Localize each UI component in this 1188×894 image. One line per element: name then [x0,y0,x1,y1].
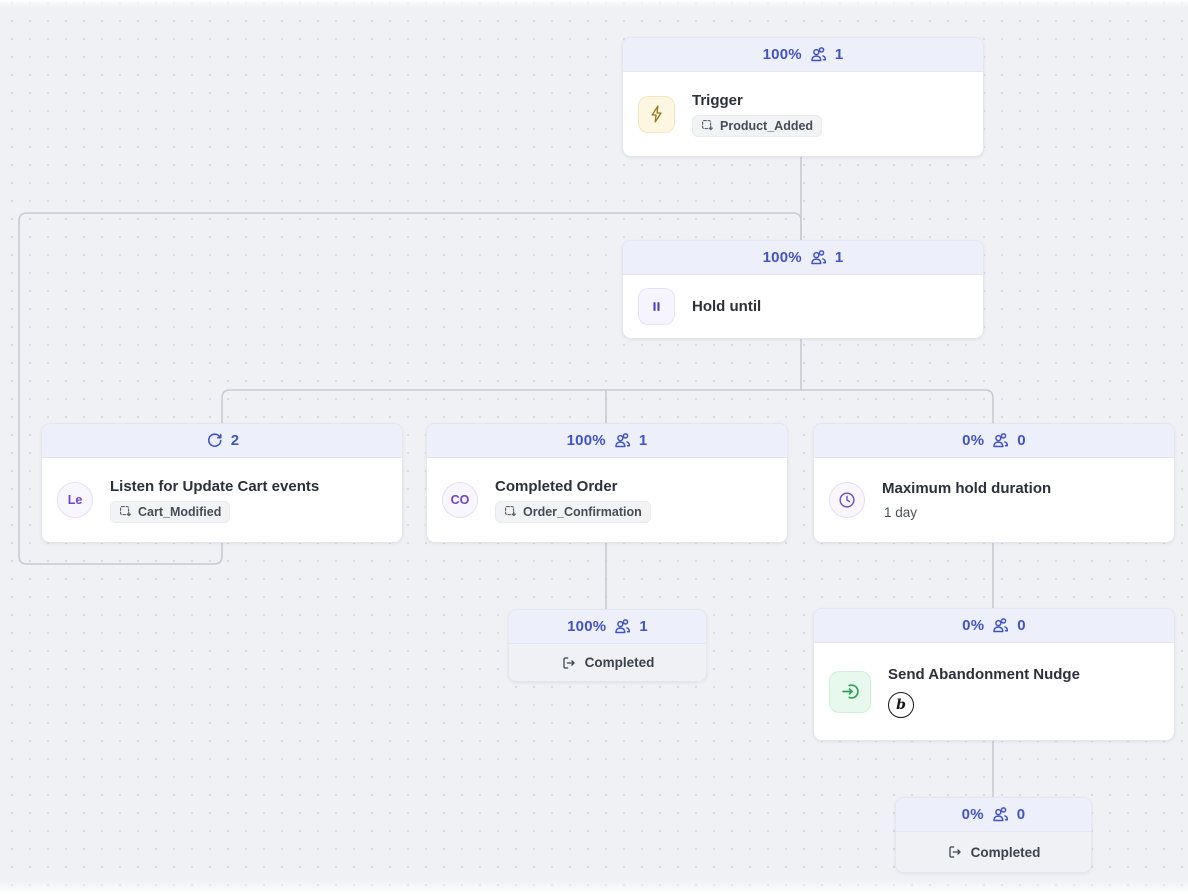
node-trigger[interactable]: 100% 1 Trigger Product_Added [622,37,984,157]
percent-value: 0% [962,432,984,449]
event-badge[interactable]: Order_Confirmation [495,501,651,523]
node-title: Trigger [692,92,822,109]
node-send-abandonment-nudge[interactable]: 0% 0 Send Abandonment Nudge b [813,608,1175,741]
users-icon [613,431,632,450]
loop-count: 2 [231,432,240,449]
braze-channel-icon: b [888,692,914,718]
journey-canvas[interactable]: 100% 1 Trigger Product_Added 100% 1 [0,0,1188,894]
event-icon [504,505,517,518]
node-title: Send Abandonment Nudge [888,666,1080,683]
send-action-icon [829,671,871,713]
node-listen-cart-events[interactable]: 2 Le Listen for Update Cart events Cart_… [41,423,403,543]
users-icon [991,431,1010,450]
exit-stats: 100% 1 [509,610,706,644]
channel-initial: b [896,697,906,713]
node-max-hold-duration[interactable]: 0% 0 Maximum hold duration 1 day [813,423,1175,543]
node-order-stats: 100% 1 [427,424,787,458]
percent-value: 100% [567,432,606,449]
node-avatar: Le [57,482,93,518]
percent-value: 0% [962,806,984,823]
event-badge[interactable]: Product_Added [692,115,822,137]
node-hold-until[interactable]: 100% 1 Hold until [622,240,984,339]
users-icon [991,616,1010,635]
event-icon [119,505,132,518]
count-value: 1 [639,618,648,635]
node-title: Listen for Update Cart events [110,478,319,495]
percent-value: 100% [763,46,802,63]
percent-value: 100% [763,249,802,266]
node-trigger-stats: 100% 1 [623,38,983,72]
node-nudge-stats: 0% 0 [814,609,1174,643]
pause-icon [638,288,675,325]
exit-stats: 0% 0 [896,798,1091,832]
trigger-bolt-icon [638,96,675,133]
event-badge[interactable]: Cart_Modified [110,501,230,523]
percent-value: 100% [567,618,606,635]
node-listen-stats: 2 [42,424,402,458]
users-icon [991,805,1010,824]
node-exit-completed-order[interactable]: 100% 1 Completed [508,609,707,682]
percent-value: 0% [962,617,984,634]
node-maxhold-stats: 0% 0 [814,424,1174,458]
count-value: 1 [639,432,648,449]
exit-label: Completed [585,655,655,670]
node-hold-stats: 100% 1 [623,241,983,275]
node-title: Hold until [692,298,761,315]
node-avatar: CO [442,482,478,518]
connector-branch-bar [222,390,993,423]
users-icon [809,248,828,267]
event-name: Cart_Modified [138,505,221,519]
node-exit-nudge[interactable]: 0% 0 Completed [895,797,1092,873]
count-value: 0 [1017,806,1026,823]
users-icon [809,45,828,64]
exit-icon [947,844,963,860]
count-value: 0 [1017,617,1026,634]
users-icon [613,617,632,636]
count-value: 1 [835,249,844,266]
node-title: Completed Order [495,478,651,495]
event-icon [701,119,714,132]
event-name: Order_Confirmation [523,505,642,519]
exit-icon [561,655,577,671]
exit-label: Completed [971,845,1041,860]
node-title: Maximum hold duration [882,480,1051,497]
hold-duration-value: 1 day [884,505,1051,520]
loop-icon [205,431,224,450]
count-value: 0 [1017,432,1026,449]
clock-icon [829,482,865,518]
count-value: 1 [835,46,844,63]
event-name: Product_Added [720,119,813,133]
node-completed-order[interactable]: 100% 1 CO Completed Order Order_Confirma… [426,423,788,543]
